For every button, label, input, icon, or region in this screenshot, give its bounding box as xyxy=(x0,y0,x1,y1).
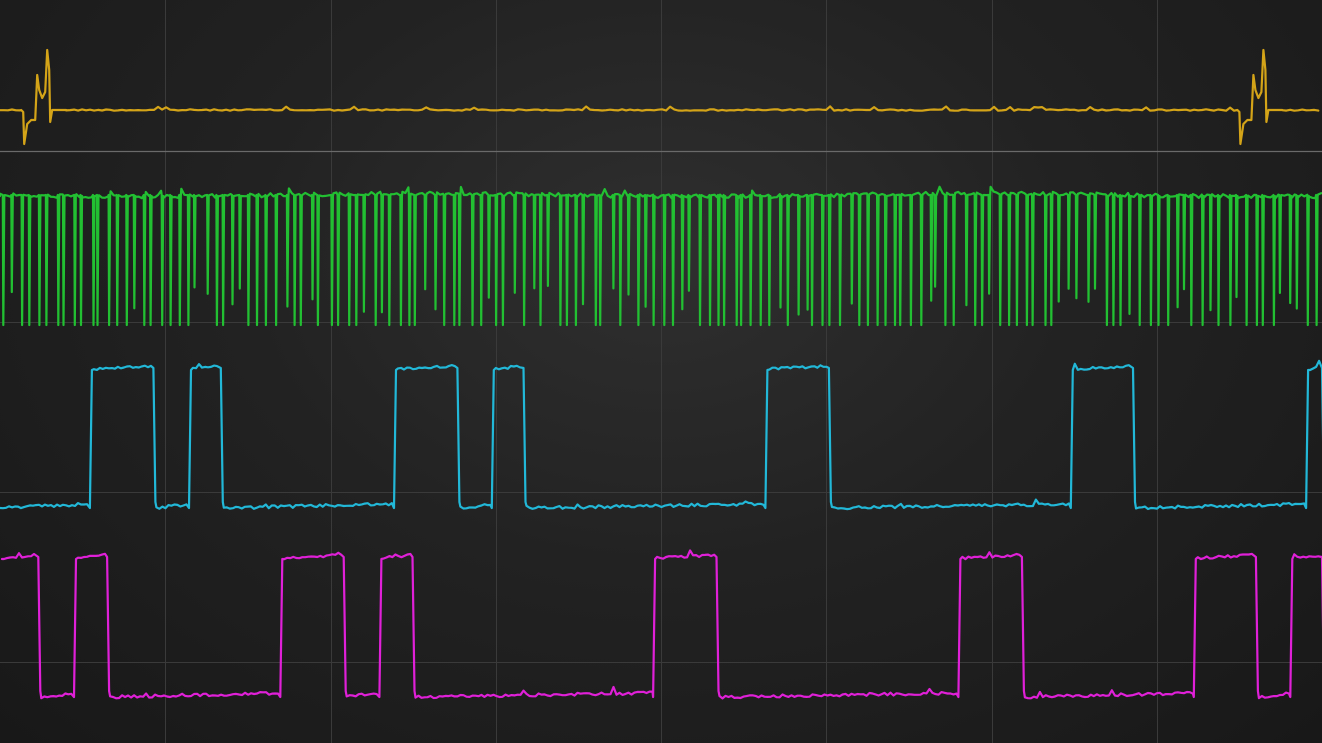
oscilloscope-screen xyxy=(0,0,1322,743)
trace-ch2 xyxy=(0,185,1322,327)
trace-ch1 xyxy=(0,48,1320,146)
grid xyxy=(0,0,1322,743)
waveform-chart xyxy=(0,0,1322,743)
